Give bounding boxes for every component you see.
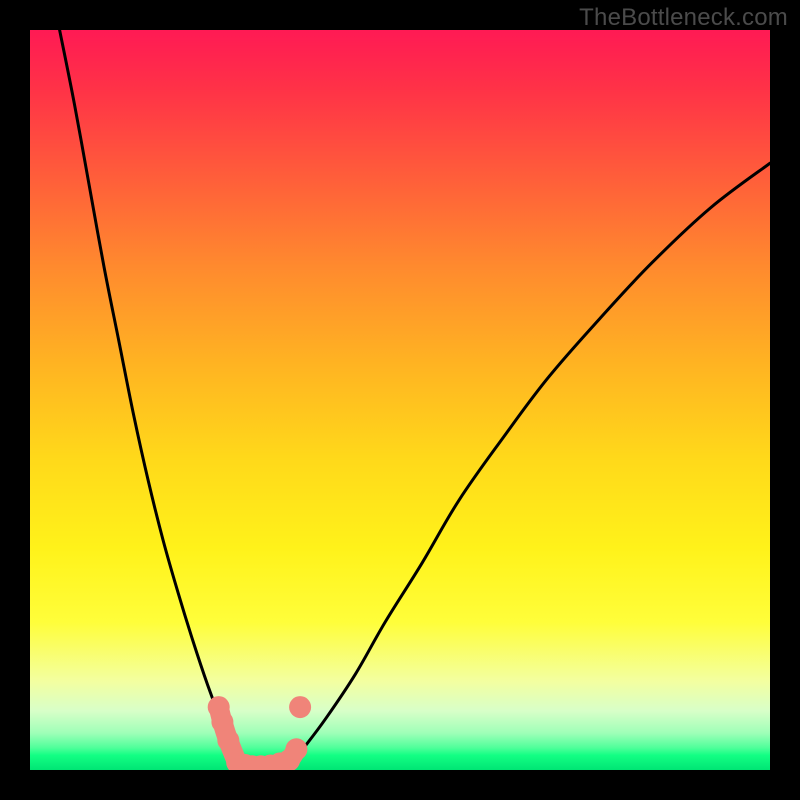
pink-dots-valley-dot [285,738,307,760]
right-curve [289,163,770,766]
plot-area [30,30,770,770]
curve-layer [30,30,770,770]
chart-frame: TheBottleneck.com [0,0,800,800]
left-curve [60,30,245,766]
pink-dots-left-dot [217,729,239,751]
watermark-text: TheBottleneck.com [579,4,788,32]
pink-dot-right-dot [289,696,311,718]
